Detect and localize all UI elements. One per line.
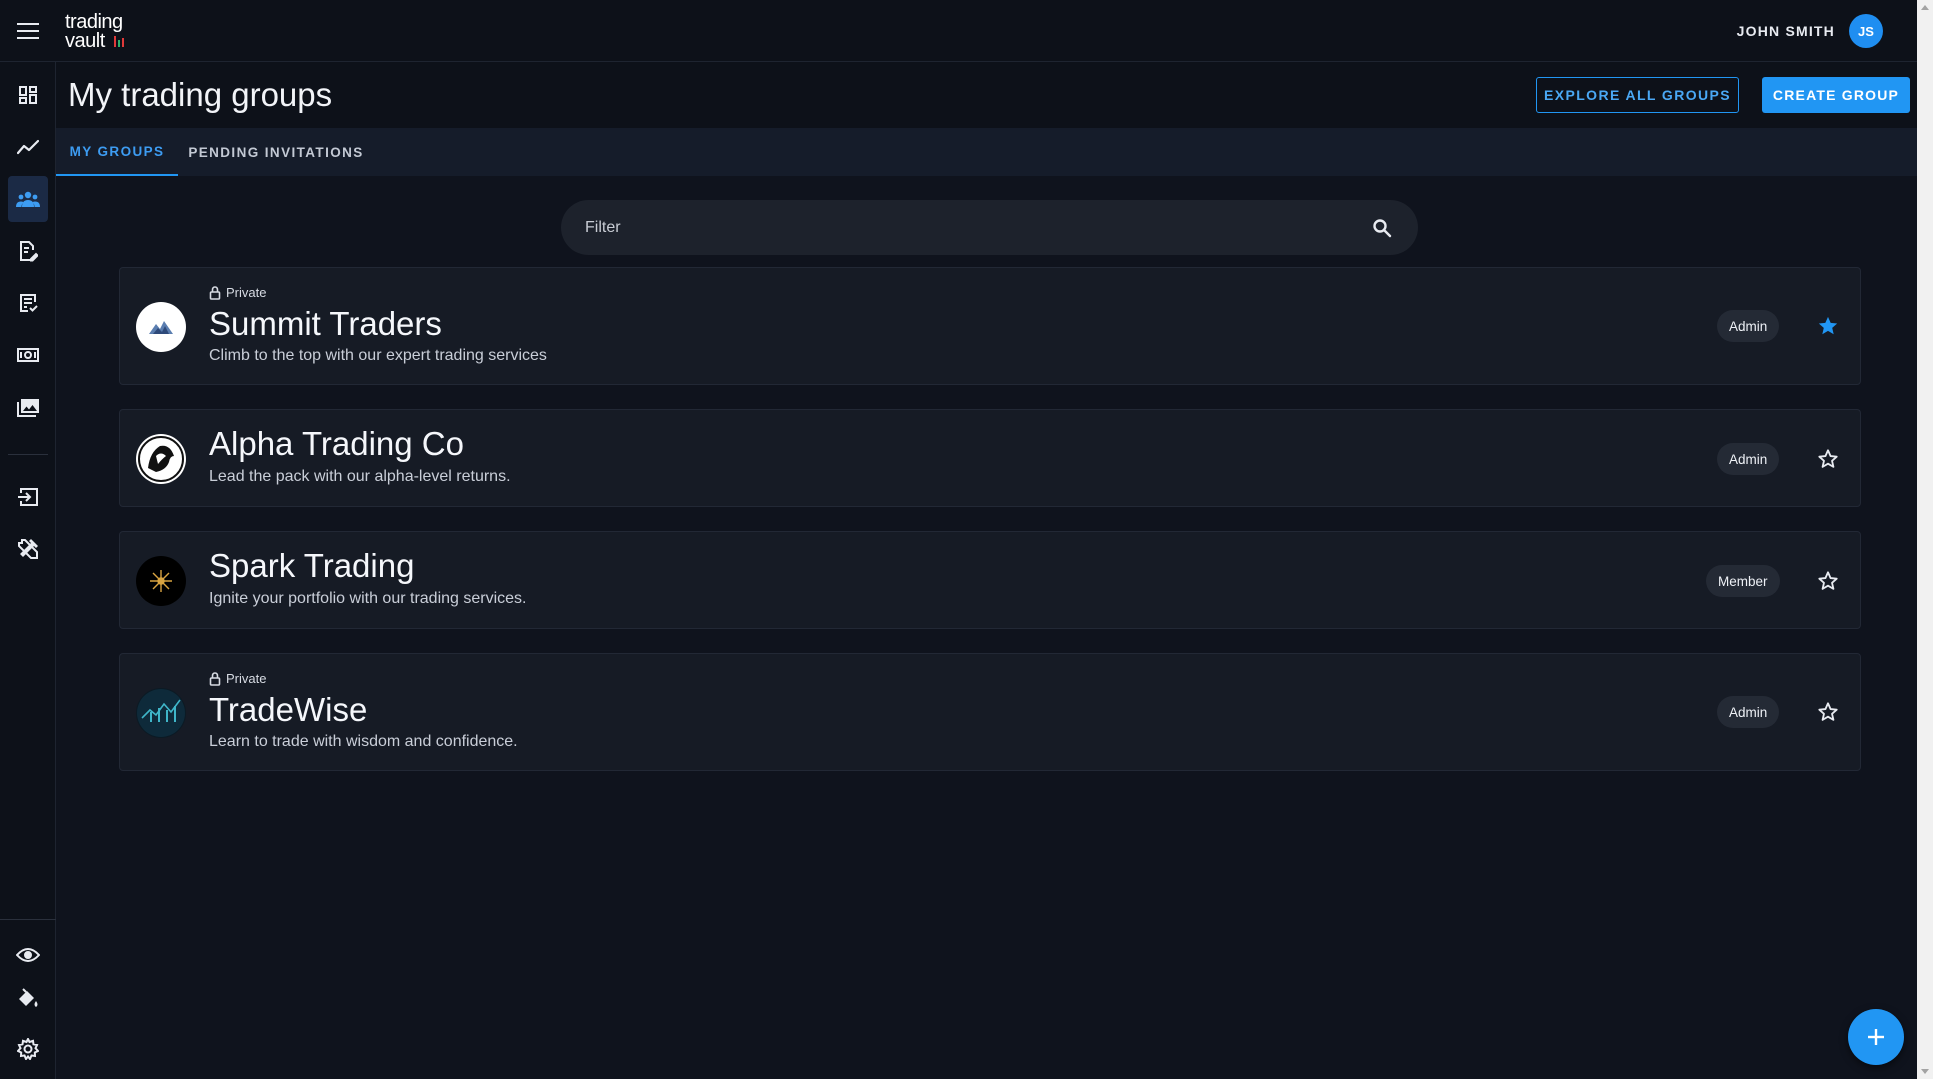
sidebar-item-groups[interactable] — [8, 176, 48, 222]
explore-all-groups-button[interactable]: EXPLORE ALL GROUPS — [1536, 77, 1739, 113]
group-description: Learn to trade with wisdom and confidenc… — [209, 733, 518, 750]
favorite-button[interactable] — [1813, 566, 1843, 596]
group-logo-alpha-trading-co — [136, 434, 186, 484]
scroll-up-arrow-icon[interactable] — [1921, 4, 1929, 12]
mountain-logo-icon — [149, 321, 173, 334]
star-outline-icon — [1818, 571, 1838, 590]
checklist-icon — [20, 294, 38, 312]
group-logo-summit-traders — [136, 302, 186, 352]
wolf-logo-icon — [138, 436, 184, 482]
sidebar-divider — [8, 454, 48, 455]
star-outline-icon — [1818, 702, 1838, 721]
photo-library-icon — [17, 399, 39, 417]
trend-chart-icon — [17, 139, 39, 155]
group-logo-spark-trading — [136, 556, 186, 606]
plus-icon — [1868, 1029, 1884, 1045]
lock-icon — [209, 285, 221, 300]
tab-my-groups[interactable]: MY GROUPS — [56, 128, 178, 176]
groups-icon — [16, 191, 40, 207]
favorite-button[interactable] — [1813, 311, 1843, 341]
role-badge: Member — [1706, 565, 1780, 597]
dashboard-icon — [19, 86, 37, 104]
sidebar-item-trends[interactable] — [8, 124, 48, 170]
sidebar-item-visibility[interactable] — [8, 932, 48, 978]
sidebar-item-checklist[interactable] — [8, 280, 48, 326]
role-badge: Admin — [1717, 443, 1780, 475]
add-fab-button[interactable] — [1848, 1009, 1904, 1065]
group-name: TradeWise — [209, 691, 368, 728]
edit-document-icon — [20, 241, 38, 262]
private-indicator: Private — [209, 285, 266, 300]
page-title: My trading groups — [68, 76, 333, 113]
search-icon — [1373, 218, 1392, 237]
group-name: Summit Traders — [209, 305, 442, 342]
private-label: Private — [226, 285, 267, 300]
eye-icon — [16, 948, 40, 962]
create-group-button[interactable]: CREATE GROUP — [1762, 77, 1910, 113]
group-description: Ignite your portfolio with our trading s… — [209, 590, 527, 607]
favorite-button[interactable] — [1813, 444, 1843, 474]
paint-bucket-icon — [19, 988, 38, 1007]
tab-bar: MY GROUPS PENDING INVITATIONS — [56, 128, 1917, 176]
group-description: Lead the pack with our alpha-level retur… — [209, 468, 511, 485]
svg-text:vault: vault — [65, 30, 106, 51]
sidebar-item-dashboard[interactable] — [8, 72, 48, 118]
group-card-tradewise[interactable]: Private TradeWise Learn to trade with wi… — [119, 653, 1861, 771]
sidebar-item-edit-document[interactable] — [8, 228, 48, 274]
menu-button[interactable] — [0, 0, 56, 62]
private-indicator: Private — [209, 671, 266, 686]
sidebar-item-settings[interactable] — [8, 1026, 48, 1072]
role-badge: Admin — [1717, 696, 1780, 728]
sidebar-item-import[interactable] — [8, 474, 48, 520]
group-card-alpha-trading-co[interactable]: Alpha Trading Co Lead the pack with our … — [119, 409, 1861, 507]
scroll-down-arrow-icon[interactable] — [1921, 1067, 1929, 1075]
user-name: JOHN SMITH — [1736, 23, 1835, 39]
star-outline-icon — [1818, 449, 1838, 468]
sidebar — [0, 62, 56, 1079]
private-label: Private — [226, 671, 267, 686]
chart-globe-logo-icon — [137, 689, 185, 737]
import-icon — [18, 488, 38, 506]
scrollbar[interactable] — [1917, 0, 1933, 1079]
group-description: Climb to the top with our expert trading… — [209, 347, 547, 364]
group-card-spark-trading[interactable]: Spark Trading Ignite your portfolio with… — [119, 531, 1861, 629]
search-button[interactable] — [1370, 216, 1394, 240]
sidebar-item-theme[interactable] — [8, 976, 48, 1022]
group-logo-tradewise — [136, 688, 186, 738]
filter-input[interactable] — [585, 218, 1370, 237]
group-card-summit-traders[interactable]: Private Summit Traders Climb to the top … — [119, 267, 1861, 385]
star-filled-icon — [1818, 316, 1838, 335]
tools-icon — [18, 539, 38, 559]
spark-logo-icon — [150, 570, 172, 592]
sidebar-item-tools[interactable] — [8, 526, 48, 572]
lock-icon — [209, 671, 221, 686]
user-avatar[interactable]: JS — [1849, 14, 1883, 48]
tab-pending-invitations[interactable]: PENDING INVITATIONS — [186, 128, 366, 176]
sidebar-item-cash[interactable] — [8, 332, 48, 378]
group-name: Alpha Trading Co — [209, 425, 464, 462]
trading-vault-logo[interactable]: trading vault — [64, 11, 138, 51]
gear-icon — [17, 1038, 39, 1060]
favorite-button[interactable] — [1813, 697, 1843, 727]
filter-bar — [561, 200, 1418, 255]
sidebar-bottom-divider — [0, 919, 56, 920]
top-bar: trading vault JOHN SMITH JS — [0, 0, 1917, 62]
sidebar-item-photos[interactable] — [8, 384, 48, 430]
hamburger-menu-icon — [17, 22, 39, 39]
cash-icon — [17, 348, 39, 362]
role-badge: Admin — [1717, 310, 1780, 342]
page-header: My trading groups EXPLORE ALL GROUPS CRE… — [56, 62, 1917, 128]
group-name: Spark Trading — [209, 547, 415, 584]
